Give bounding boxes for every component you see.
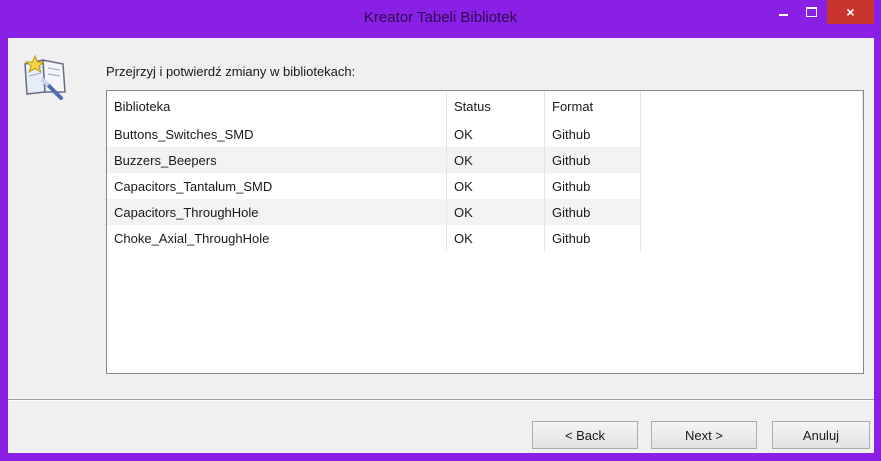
format-cell: Github [545, 225, 641, 251]
column-header-biblioteka[interactable]: Biblioteka [107, 91, 447, 121]
close-icon: × [846, 4, 855, 20]
wizard-book-icon [24, 54, 66, 100]
maximize-icon [805, 7, 817, 17]
minimize-button[interactable] [770, 0, 796, 24]
empty-cell [641, 147, 863, 173]
library-name-cell: Buzzers_Beepers [107, 147, 447, 173]
library-name-cell: Buttons_Switches_SMD [107, 121, 447, 147]
next-button[interactable]: Next > [651, 421, 757, 449]
titlebar[interactable]: Kreator Tabeli Bibliotek × [0, 0, 881, 38]
column-header-status[interactable]: Status [447, 91, 545, 121]
table-header: Biblioteka Status Format [107, 91, 863, 121]
format-cell: Github [545, 121, 641, 147]
minimize-icon [778, 14, 788, 16]
maximize-button[interactable] [797, 0, 825, 24]
library-changes-table[interactable]: Biblioteka Status Format Buttons_Switche… [106, 90, 864, 374]
table-row[interactable]: Capacitors_ThroughHole OK Github [107, 199, 863, 225]
window-title: Kreator Tabeli Bibliotek [363, 9, 518, 26]
empty-cell [641, 121, 863, 147]
column-header-empty [641, 91, 863, 121]
status-cell: OK [447, 173, 545, 199]
table-row[interactable]: Choke_Axial_ThroughHole OK Github [107, 225, 863, 251]
empty-cell [641, 225, 863, 251]
status-cell: OK [447, 147, 545, 173]
status-cell: OK [447, 121, 545, 147]
column-header-format[interactable]: Format [545, 91, 641, 121]
empty-cell [641, 173, 863, 199]
dialog-content: Przejrzyj i potwierdź zmiany w bibliotek… [8, 38, 874, 453]
table-row[interactable]: Buttons_Switches_SMD OK Github [107, 121, 863, 147]
format-cell: Github [545, 199, 641, 225]
dialog-window: Kreator Tabeli Bibliotek × Przejrzyj i p… [0, 0, 881, 461]
status-cell: OK [447, 199, 545, 225]
close-button[interactable]: × [827, 0, 874, 24]
format-cell: Github [545, 173, 641, 199]
library-name-cell: Capacitors_Tantalum_SMD [107, 173, 447, 199]
table-row[interactable]: Capacitors_Tantalum_SMD OK Github [107, 173, 863, 199]
table-row[interactable]: Buzzers_Beepers OK Github [107, 147, 863, 173]
format-cell: Github [545, 147, 641, 173]
library-name-cell: Choke_Axial_ThroughHole [107, 225, 447, 251]
divider [8, 399, 874, 401]
library-name-cell: Capacitors_ThroughHole [107, 199, 447, 225]
back-button[interactable]: < Back [532, 421, 638, 449]
status-cell: OK [447, 225, 545, 251]
cancel-button[interactable]: Anuluj [772, 421, 870, 449]
empty-cell [641, 199, 863, 225]
instruction-text: Przejrzyj i potwierdź zmiany w bibliotek… [106, 64, 356, 79]
